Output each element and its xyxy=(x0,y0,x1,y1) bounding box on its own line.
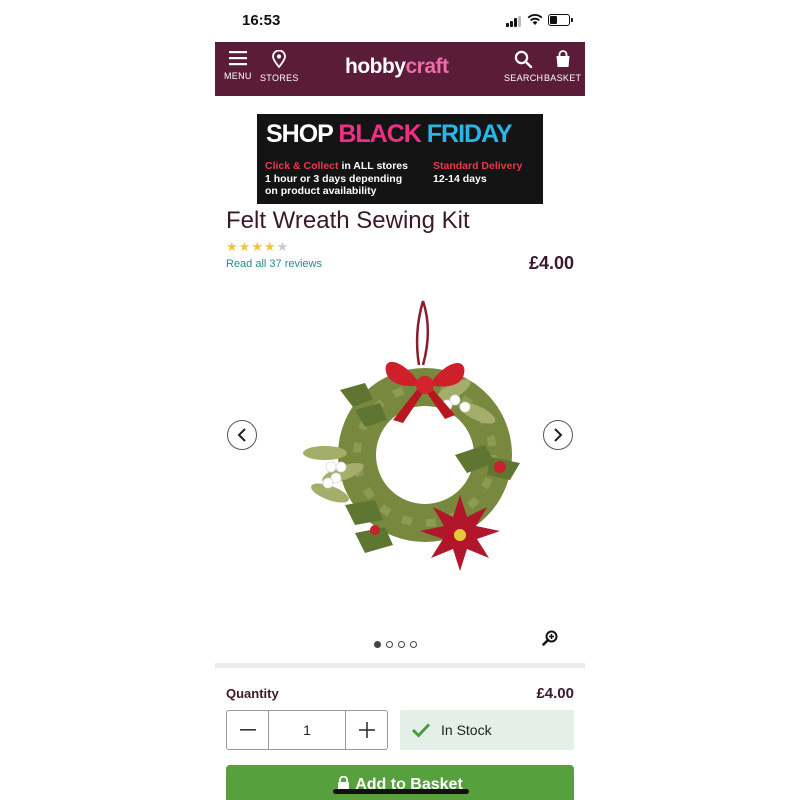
basket-button[interactable]: BASKET xyxy=(544,50,581,83)
banner-shop: SHOP xyxy=(266,120,339,148)
banner-hour-line: 1 hour or 3 days depending xyxy=(265,172,403,185)
quantity-label: Quantity xyxy=(226,686,279,701)
menu-button[interactable]: MENU xyxy=(224,50,252,81)
zoom-icon[interactable] xyxy=(542,630,558,646)
black-friday-banner[interactable]: SHOP BLACK FRIDAY Click & Collect in ALL… xyxy=(257,114,543,204)
menu-icon xyxy=(228,51,247,66)
section-divider xyxy=(215,663,585,668)
battery-icon xyxy=(548,14,573,26)
pin-icon xyxy=(272,49,287,69)
banner-delivery-info: Standard Delivery 12-14 days xyxy=(433,160,522,185)
decrease-quantity-button[interactable] xyxy=(227,711,269,749)
search-icon xyxy=(514,50,533,69)
stock-status-text: In Stock xyxy=(441,722,492,738)
product-image[interactable] xyxy=(295,295,545,595)
star-rating: ★★★★★ xyxy=(226,239,289,255)
pagination-dot[interactable] xyxy=(410,641,417,648)
star-icon: ★ xyxy=(238,239,252,254)
logo-text-main: hobby xyxy=(345,55,406,78)
next-image-button[interactable] xyxy=(543,420,573,450)
logo-text-accent: craft xyxy=(405,55,450,78)
banner-availability-line: on product availability xyxy=(265,185,377,197)
star-icon: ★ xyxy=(226,239,239,254)
chevron-left-icon xyxy=(237,428,246,442)
banner-headline: SHOP BLACK FRIDAY xyxy=(266,120,513,149)
add-to-basket-button[interactable]: Add to Basket xyxy=(226,765,574,800)
product-title: Felt Wreath Sewing Kit xyxy=(226,207,470,234)
banner-standard-delivery: Standard Delivery xyxy=(433,160,523,172)
increase-quantity-button[interactable] xyxy=(345,711,387,749)
search-button[interactable]: SEARCH xyxy=(504,50,543,83)
chevron-right-icon xyxy=(554,428,563,442)
search-label: SEARCH xyxy=(504,73,544,83)
banner-delivery-days: 12-14 days xyxy=(433,172,487,185)
total-price: £4.00 xyxy=(536,685,574,702)
product-price: £4.00 xyxy=(528,253,574,273)
reviews-link[interactable]: Read all 37 reviews xyxy=(226,258,322,270)
pagination-dot[interactable] xyxy=(374,641,381,648)
status-time: 16:53 xyxy=(242,12,281,29)
prev-image-button[interactable] xyxy=(227,420,257,450)
basket-label: BASKET xyxy=(544,73,582,83)
banner-collect-info: Click & Collect in ALL stores 1 hour or … xyxy=(265,160,408,198)
image-pagination xyxy=(374,641,417,649)
lock-icon xyxy=(338,775,350,790)
star-icon: ★ xyxy=(276,239,290,254)
quantity-input[interactable] xyxy=(269,711,345,749)
check-icon xyxy=(411,723,431,738)
banner-click-collect: Click & Collect xyxy=(265,160,339,172)
quantity-stepper xyxy=(226,710,388,750)
minus-icon xyxy=(239,729,256,731)
basket-icon xyxy=(556,50,570,67)
pagination-dot[interactable] xyxy=(386,641,393,648)
star-icon: ★ xyxy=(251,239,264,254)
banner-in-all-stores: in ALL stores xyxy=(338,160,408,172)
site-header: MENU STORES hobbycraft SEARCH BASKET xyxy=(215,42,585,96)
banner-friday: FRIDAY xyxy=(426,120,513,148)
stores-button[interactable]: STORES xyxy=(260,49,299,83)
phone-screen: 16:53 MENU STORES hobbycraft SEARCH BASK… xyxy=(215,0,585,800)
banner-black: BLACK xyxy=(338,120,427,148)
plus-icon xyxy=(358,722,375,738)
signal-icon xyxy=(506,15,524,27)
stock-status: In Stock xyxy=(400,710,574,750)
star-icon: ★ xyxy=(263,239,277,254)
pagination-dot[interactable] xyxy=(398,641,405,648)
stores-label: STORES xyxy=(260,73,299,83)
status-bar: 16:53 xyxy=(215,0,585,42)
wifi-icon xyxy=(527,14,543,25)
home-indicator xyxy=(333,789,469,794)
hobbycraft-logo[interactable]: hobbycraft xyxy=(345,55,449,79)
menu-label: MENU xyxy=(224,71,252,81)
